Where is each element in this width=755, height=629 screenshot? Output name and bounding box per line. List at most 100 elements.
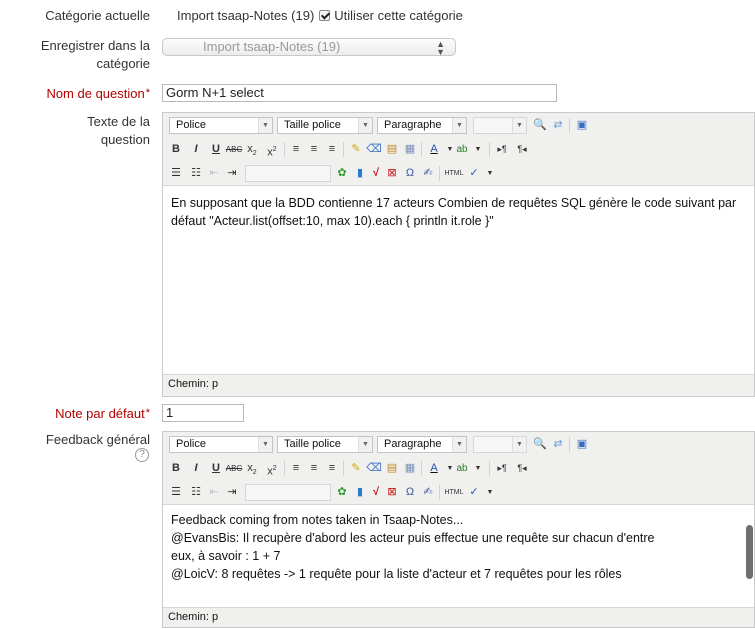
save-in-category-select[interactable]: Import tsaap-Notes (19) ▲ ▼ — [162, 38, 456, 57]
bullet-list-icon[interactable]: ☰ — [167, 165, 185, 182]
chevron-down-icon: ▼ — [358, 118, 372, 133]
rtl-icon[interactable]: ¶◂ — [513, 460, 531, 477]
toolbar-separator — [569, 118, 570, 133]
toolbar-separator — [439, 166, 440, 181]
indent-icon[interactable]: ⇥ — [223, 165, 241, 182]
align-left-icon[interactable]: ≡ — [287, 460, 305, 477]
ltr-icon[interactable]: ▸¶ — [493, 141, 511, 158]
strikethrough-icon[interactable]: ABC — [225, 141, 243, 158]
scrollbar-thumb[interactable] — [746, 525, 753, 579]
chevron-down-icon[interactable]: ▼ — [481, 484, 499, 501]
font-dropdown[interactable]: Police ▼ — [169, 436, 273, 453]
editor-toolbar-row3: ☰ ☷ ⇤ ⇥ ✿ ▮ √ ⊠ Ω ✍ HTML ✓ ▼ — [163, 480, 754, 504]
align-right-icon[interactable]: ≡ — [323, 141, 341, 158]
bullet-list-icon[interactable]: ☰ — [167, 484, 185, 501]
paste-text-icon[interactable]: ▤ — [383, 460, 401, 477]
align-center-icon[interactable]: ≡ — [305, 460, 323, 477]
strikethrough-icon[interactable]: ABC — [225, 460, 243, 477]
html-icon[interactable]: HTML — [443, 165, 465, 182]
numbered-list-icon[interactable]: ☷ — [187, 165, 205, 182]
question-text-label-line2: question — [100, 132, 150, 147]
paste-word-icon[interactable]: ▦ — [401, 460, 419, 477]
find-icon[interactable]: 🔍 — [531, 436, 549, 453]
chevron-down-icon[interactable]: ▼ — [469, 460, 487, 477]
general-feedback-content[interactable]: Feedback coming from notes taken in Tsaa… — [163, 504, 754, 608]
paste-word-icon[interactable]: ▦ — [401, 141, 419, 158]
image-icon[interactable]: ✿ — [333, 165, 351, 182]
italic-icon[interactable]: I — [187, 460, 205, 477]
chevron-down-icon: ▼ — [452, 118, 466, 133]
underline-icon[interactable]: U — [207, 460, 225, 477]
link-dropdown[interactable] — [245, 165, 331, 182]
fullscreen-icon[interactable]: ▣ — [573, 436, 591, 453]
font-dropdown[interactable]: Police ▼ — [169, 117, 273, 134]
question-text-content[interactable]: En supposant que la BDD contienne 17 act… — [163, 185, 754, 375]
link-dropdown[interactable] — [245, 484, 331, 501]
underline-icon[interactable]: U — [207, 141, 225, 158]
chevron-down-icon[interactable]: ▼ — [469, 141, 487, 158]
image-icon[interactable]: ✿ — [333, 484, 351, 501]
editor-toolbar-row2: B I U ABC x2 x2 ≡ ≡ ≡ ✎ ⌫ ▤ ▦ A ▼ ab ▼ ▸… — [163, 456, 754, 480]
fullscreen-icon[interactable]: ▣ — [573, 117, 591, 134]
editor-toolbar-row3: ☰ ☷ ⇤ ⇥ ✿ ▮ √ ⊠ Ω ✍ HTML ✓ ▼ — [163, 161, 754, 185]
subscript-icon[interactable]: x2 — [243, 460, 261, 477]
bold-icon[interactable]: B — [167, 460, 185, 477]
size-dropdown[interactable]: Taille police ▼ — [277, 436, 373, 453]
format-dropdown[interactable]: Paragraphe ▼ — [377, 117, 467, 134]
clean-icon[interactable]: ✎ — [347, 460, 365, 477]
numbered-list-icon[interactable]: ☷ — [187, 484, 205, 501]
align-center-icon[interactable]: ≡ — [305, 141, 323, 158]
feedback-line: @EvansBis: Il recupère d'abord les acteu… — [171, 531, 655, 545]
chart-icon[interactable]: ⊠ — [383, 484, 401, 501]
save-in-category-label: Enregistrer dans la catégorie — [41, 37, 150, 73]
replace-icon[interactable]: ⇄ — [549, 436, 567, 453]
italic-icon[interactable]: I — [187, 141, 205, 158]
align-right-icon[interactable]: ≡ — [323, 460, 341, 477]
toolbar-separator — [439, 485, 440, 500]
question-text-path: Chemin: p — [168, 378, 219, 390]
format-dropdown[interactable]: Paragraphe ▼ — [377, 436, 467, 453]
align-left-icon[interactable]: ≡ — [287, 141, 305, 158]
general-feedback-path: Chemin: p — [168, 611, 219, 623]
chart-icon[interactable]: ⊠ — [383, 165, 401, 182]
default-mark-label: Note par défaut* — [55, 404, 150, 423]
superscript-icon[interactable]: x2 — [263, 141, 281, 159]
color-dropdown[interactable]: ▼ — [473, 436, 527, 453]
eraser-icon[interactable]: ⌫ — [365, 460, 383, 477]
save-in-category-selected: Import tsaap-Notes (19) — [203, 39, 341, 54]
question-text-label-line1: Texte de la — [87, 114, 150, 129]
select-updown-icon: ▲ ▼ — [436, 39, 445, 57]
html-icon[interactable]: HTML — [443, 484, 465, 501]
default-mark-input[interactable]: 1 — [162, 404, 244, 422]
toolbar-separator — [421, 461, 422, 476]
eraser-icon[interactable]: ⌫ — [365, 141, 383, 158]
rtl-icon[interactable]: ¶◂ — [513, 141, 531, 158]
outdent-icon[interactable]: ⇤ — [205, 165, 223, 182]
ltr-icon[interactable]: ▸¶ — [493, 460, 511, 477]
bold-icon[interactable]: B — [167, 141, 185, 158]
clean-icon[interactable]: ✎ — [347, 141, 365, 158]
special-char-icon[interactable]: Ω — [401, 165, 419, 182]
chevron-down-icon: ▼ — [512, 437, 526, 452]
superscript-icon[interactable]: x2 — [263, 460, 281, 478]
help-icon[interactable]: ? — [135, 448, 149, 462]
table-edit-icon[interactable]: ✍ — [419, 484, 437, 501]
replace-icon[interactable]: ⇄ — [549, 117, 567, 134]
font-dropdown-label: Police — [176, 438, 206, 450]
size-dropdown[interactable]: Taille police ▼ — [277, 117, 373, 134]
question-text-label: Texte de la question — [87, 113, 150, 149]
format-dropdown-label: Paragraphe — [384, 119, 442, 131]
chevron-down-icon[interactable]: ▼ — [481, 165, 499, 182]
editor-toolbar-row1: Police ▼ Taille police ▼ Paragraphe ▼ ▼ 🔍 ⇄… — [163, 432, 754, 456]
use-category-checkbox[interactable] — [319, 10, 331, 21]
paste-text-icon[interactable]: ▤ — [383, 141, 401, 158]
find-icon[interactable]: 🔍 — [531, 117, 549, 134]
special-char-icon[interactable]: Ω — [401, 484, 419, 501]
chevron-down-icon: ▼ — [452, 437, 466, 452]
color-dropdown[interactable]: ▼ — [473, 117, 527, 134]
table-edit-icon[interactable]: ✍ — [419, 165, 437, 182]
question-name-input[interactable]: Gorm N+1 select — [162, 84, 557, 102]
outdent-icon[interactable]: ⇤ — [205, 484, 223, 501]
indent-icon[interactable]: ⇥ — [223, 484, 241, 501]
subscript-icon[interactable]: x2 — [243, 141, 261, 158]
